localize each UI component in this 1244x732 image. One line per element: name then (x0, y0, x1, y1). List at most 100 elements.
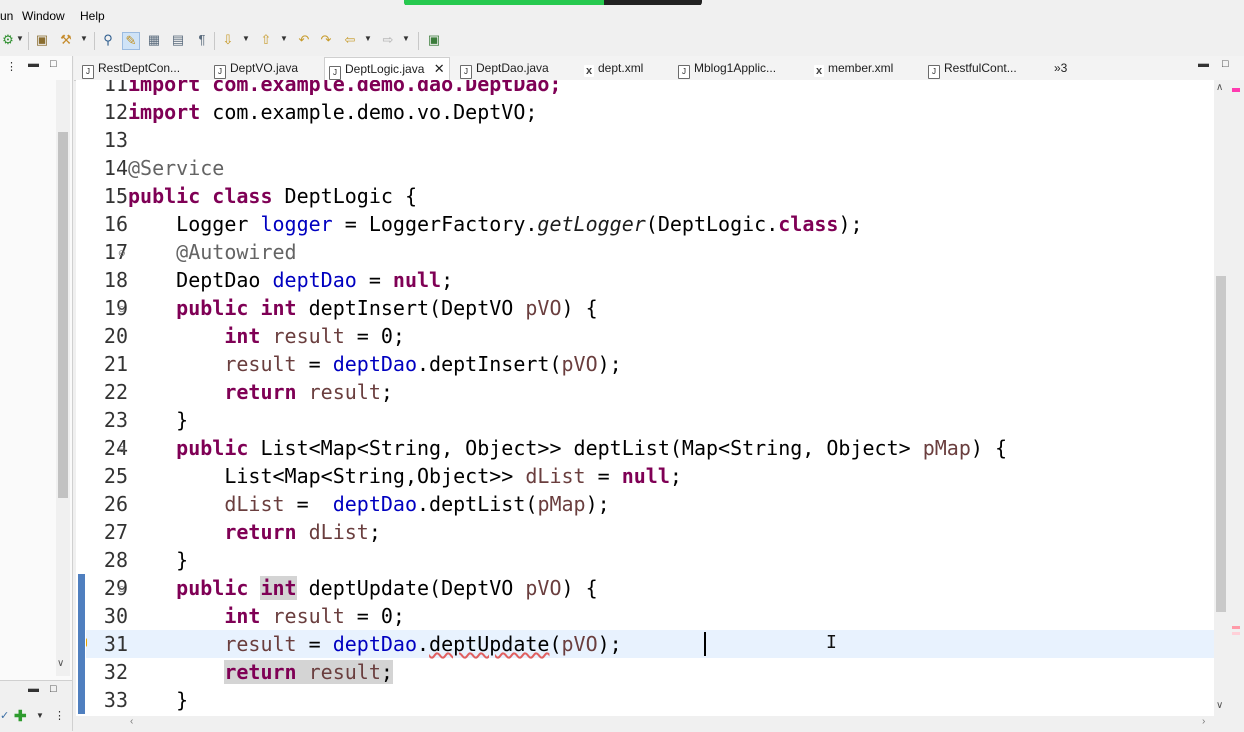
line-number: 33 (103, 688, 128, 712)
tab-label: DeptLogic.java (345, 62, 425, 76)
code-line: 14 @Service (76, 154, 1214, 182)
previous-annotation-dropdown-icon[interactable]: ▼ (280, 34, 288, 43)
overview-ruler[interactable] (1228, 80, 1244, 716)
code-line: 13 (76, 126, 1214, 154)
add-dropdown-icon[interactable]: ▼ (36, 711, 44, 720)
next-annotation-icon[interactable]: ⇩ (220, 32, 236, 48)
code-line: 21 result = deptDao.deptInsert(pVO); (76, 350, 1214, 378)
tab-restdeptcontroller[interactable]: J RestDeptCon... (82, 57, 180, 79)
next-annotation-dropdown-icon[interactable]: ▼ (242, 34, 250, 43)
panel-menu-icon[interactable]: ⋮ (54, 709, 65, 722)
text-caret (704, 632, 706, 656)
code-text: public class DeptLogic { (128, 184, 418, 208)
menu-bar: un Window Help (0, 5, 1244, 27)
code-text: public List<Map<String, Object>> deptLis… (176, 436, 1008, 460)
filter-icon[interactable]: ✓ (0, 709, 9, 722)
tab-overflow[interactable]: »3 (1054, 57, 1067, 79)
code-text: } (128, 688, 189, 712)
debug-icon[interactable]: ⚙ (0, 32, 16, 48)
left-panel-scroll-thumb[interactable] (58, 132, 68, 498)
minimize-icon[interactable]: ▬ (28, 58, 39, 70)
code-text: return dList; (224, 520, 381, 544)
fold-toggle-icon[interactable]: ⊖ (118, 248, 126, 259)
tab-restfulcontroller[interactable]: J RestfulCont... (928, 57, 1017, 79)
overview-error-marker[interactable] (1232, 626, 1240, 629)
fold-toggle-icon[interactable]: ⊖ (118, 584, 126, 595)
scroll-down-icon[interactable]: ∨ (1216, 700, 1223, 711)
toggle-word-wrap-icon[interactable]: ▦ (146, 32, 162, 48)
task-dropdown-icon[interactable]: ▼ (80, 34, 88, 43)
close-tab-icon[interactable]: ✕ (434, 61, 445, 76)
code-line: 27 return dList; (76, 518, 1214, 546)
tab-label: DeptDao.java (476, 61, 549, 75)
minimize-icon[interactable]: ▬ (1198, 58, 1209, 70)
xml-file-icon: x (814, 65, 824, 77)
code-text: @Autowired (128, 240, 297, 264)
java-file-icon: J (214, 65, 226, 79)
line-number: 13 (103, 128, 128, 152)
scroll-up-icon[interactable]: ∧ (1216, 82, 1223, 93)
main-toolbar: ⚙ ▼ ▣ ⚒ ▼ ⚲ ✎ ▦ ▤ ¶ ⇩ ▼ ⇧ ▼ ↶ ↷ ⇦ ▼ ⇨ ▼ … (0, 28, 1244, 54)
menu-window[interactable]: Window (22, 9, 65, 23)
scroll-left-icon[interactable]: ‹ (130, 716, 133, 727)
toolbar-separator (214, 32, 215, 50)
tab-deptvo[interactable]: J DeptVO.java (214, 57, 298, 79)
scroll-right-icon[interactable]: › (1202, 716, 1205, 727)
open-type-icon[interactable]: ▣ (34, 32, 50, 48)
line-number: 31 (103, 632, 128, 656)
minimize-icon[interactable]: ▬ (28, 683, 39, 695)
code-line: 33 } (76, 686, 1214, 714)
editor-scroll-thumb[interactable] (1216, 276, 1226, 612)
tab-member-xml[interactable]: x member.xml (814, 57, 893, 79)
forward-dropdown-icon[interactable]: ▼ (402, 34, 410, 43)
line-number: 27 (103, 520, 128, 544)
code-line: 16 Logger logger = LoggerFactory.getLogg… (76, 210, 1214, 238)
forward-edit-icon[interactable]: ↷ (318, 32, 334, 48)
tab-mblog1application[interactable]: J Mblog1Applic... (678, 57, 776, 79)
fold-toggle-icon[interactable]: ⊖ (118, 304, 126, 315)
last-edit-location-icon[interactable]: ↶ (296, 32, 312, 48)
scroll-down-icon[interactable]: ∨ (57, 658, 64, 669)
code-text: public int deptUpdate(DeptVO pVO) { (176, 576, 598, 600)
debug-dropdown-icon[interactable]: ▼ (16, 34, 24, 43)
overview-warning-marker[interactable] (1232, 632, 1240, 635)
editor-tab-bar: J RestDeptCon... J DeptVO.java J DeptLogic.… (74, 56, 1244, 81)
forward-icon[interactable]: ⇨ (380, 32, 396, 48)
code-text: int result = 0; (224, 324, 405, 348)
code-text: return result; (224, 380, 393, 404)
line-number: 23 (103, 408, 128, 432)
maximize-icon[interactable]: □ (1222, 58, 1229, 70)
tab-deptdao[interactable]: J DeptDao.java (460, 57, 549, 79)
previous-annotation-icon[interactable]: ⇧ (258, 32, 274, 48)
toolbar-separator (418, 32, 419, 50)
code-line: 29 ⊖ public int deptUpdate(DeptVO pVO) { (76, 574, 1214, 602)
search-icon[interactable]: ⚲ (100, 32, 116, 48)
tab-deptlogic[interactable]: J DeptLogic.java ✕ (324, 57, 450, 80)
menu-help[interactable]: Help (80, 9, 105, 23)
overview-error-marker[interactable] (1232, 88, 1240, 92)
code-text: List<Map<String,Object>> dList = null; (128, 464, 682, 488)
pin-editor-icon[interactable]: ▣ (426, 32, 442, 48)
code-line: 15 public class DeptLogic { (76, 182, 1214, 210)
line-number: 26 (103, 492, 128, 516)
menu-run[interactable]: un (0, 9, 13, 23)
fold-toggle-icon[interactable]: ⊖ (118, 444, 126, 455)
back-dropdown-icon[interactable]: ▼ (364, 34, 372, 43)
maximize-icon[interactable]: □ (50, 683, 57, 695)
line-number: 22 (103, 380, 128, 404)
xml-file-icon: x (584, 65, 594, 77)
code-text: } (128, 548, 189, 572)
back-icon[interactable]: ⇦ (342, 32, 358, 48)
editor-horizontal-scrollbar[interactable]: ‹ › (76, 716, 1214, 731)
tab-dept-xml[interactable]: x dept.xml (584, 57, 643, 79)
maximize-icon[interactable]: □ (50, 58, 57, 70)
open-task-icon[interactable]: ⚒ (58, 32, 74, 48)
block-selection-icon[interactable]: ▤ (170, 32, 186, 48)
code-editor[interactable]: 11 import com.example.demo.dao.DeptDao; … (76, 80, 1214, 716)
show-whitespace-icon[interactable]: ¶ (194, 32, 210, 48)
panel-menu-icon[interactable]: ⋮ (6, 60, 17, 73)
add-icon[interactable]: ✚ (14, 707, 27, 725)
toggle-mark-occurrences-icon[interactable]: ✎ (122, 32, 140, 50)
tab-label: RestfulCont... (944, 61, 1017, 75)
code-line: 30 int result = 0; (76, 602, 1214, 630)
